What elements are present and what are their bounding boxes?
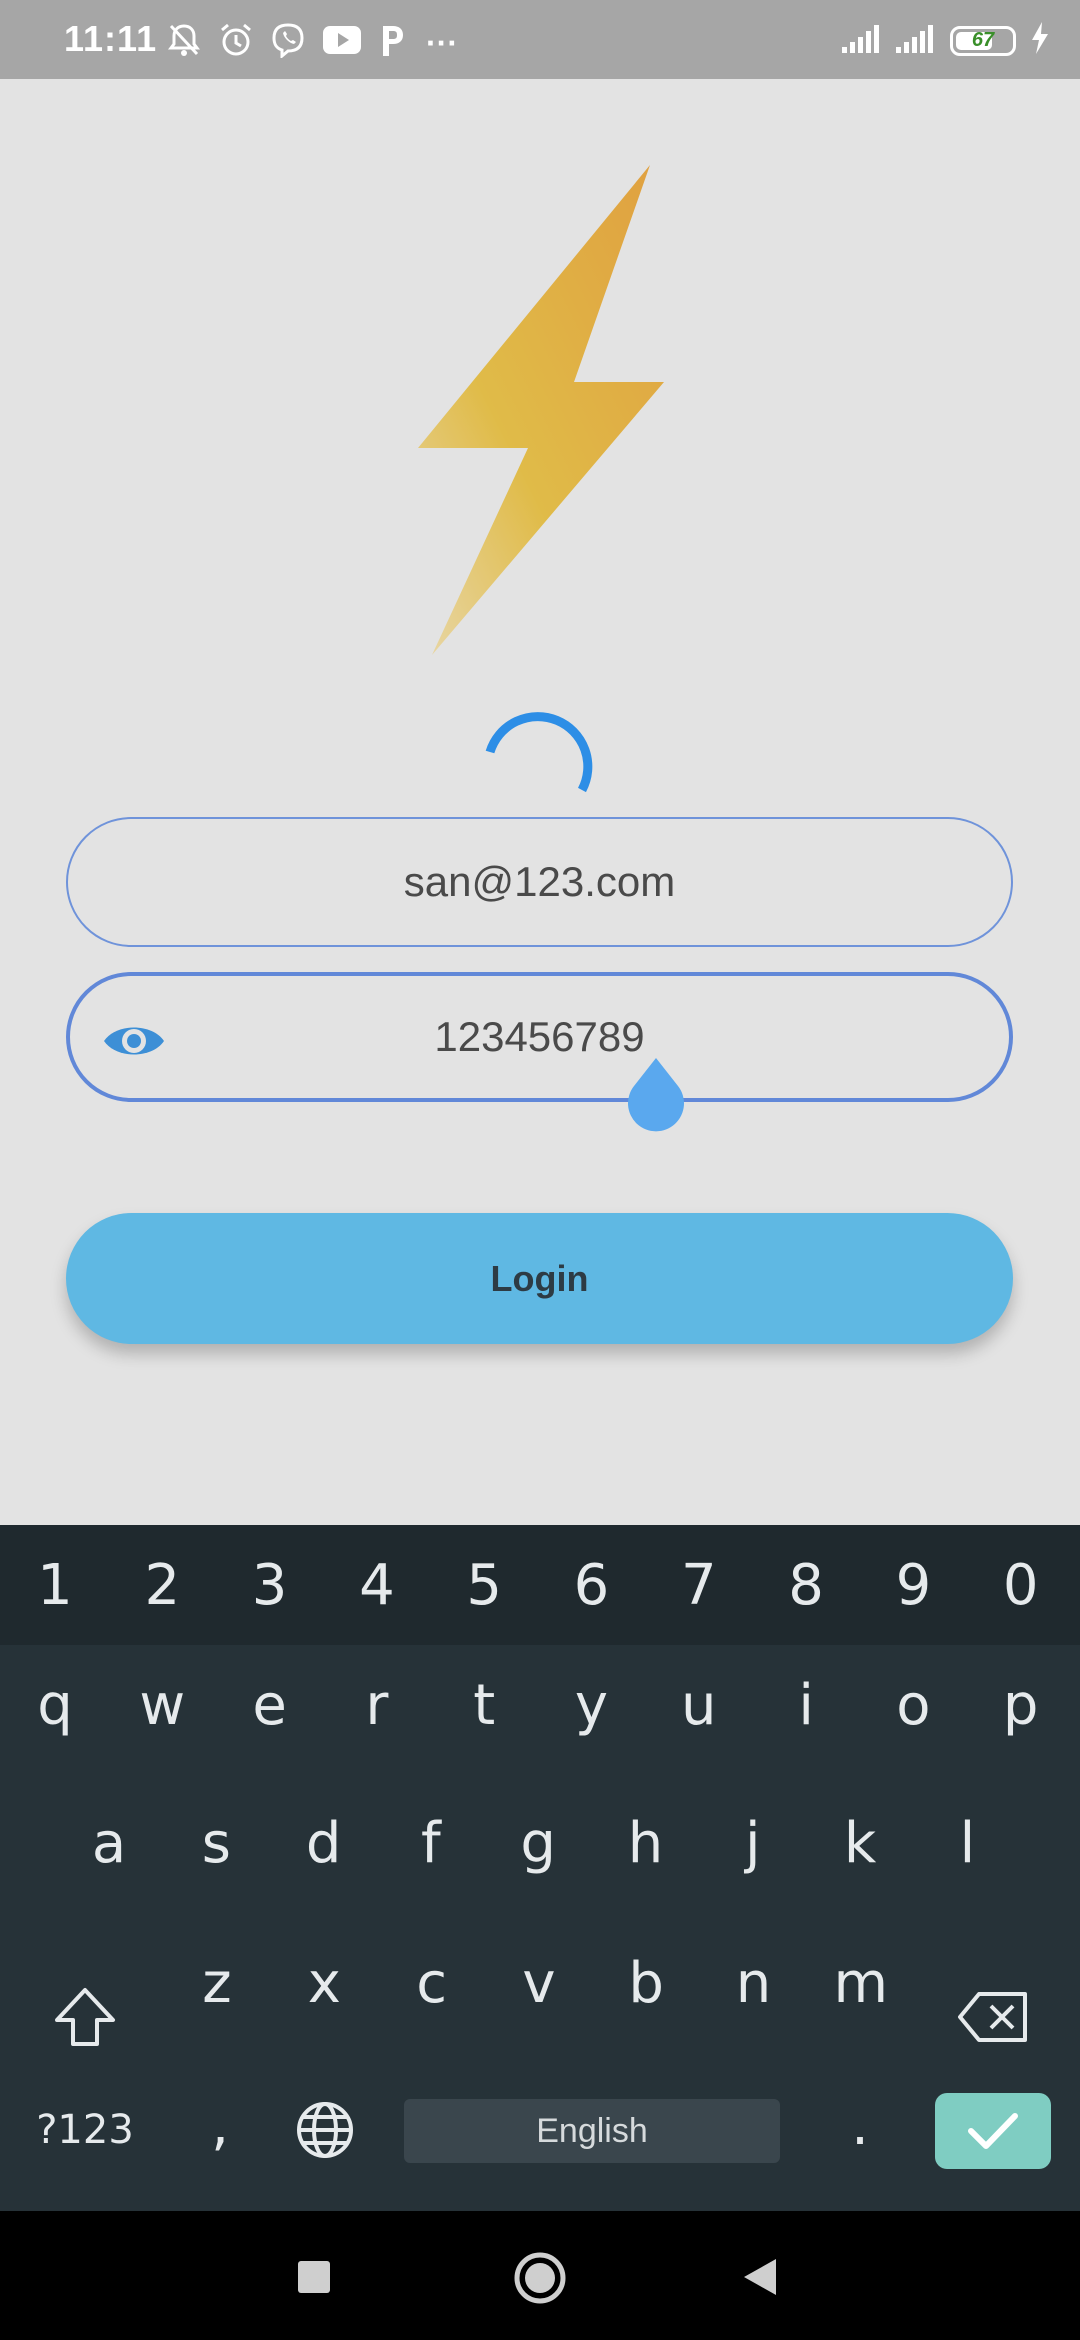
letter-key-x[interactable]: x <box>272 1923 376 2043</box>
letter-key-q[interactable]: q <box>3 1645 107 1765</box>
number-key-2[interactable]: 2 <box>110 1525 214 1645</box>
checkmark-icon <box>968 2113 1018 2149</box>
login-button[interactable]: Login <box>66 1213 1013 1344</box>
letter-key-z[interactable]: z <box>165 1923 269 2043</box>
number-key-6[interactable]: 6 <box>540 1525 644 1645</box>
number-key-4[interactable]: 4 <box>325 1525 429 1645</box>
symbols-key[interactable]: ?123 <box>30 2095 140 2165</box>
number-key-7[interactable]: 7 <box>647 1525 751 1645</box>
backspace-icon <box>958 1992 1027 2042</box>
language-key[interactable] <box>290 2095 360 2165</box>
more-notifications-icon: ··· <box>426 24 458 61</box>
signal-icon-sim1 <box>842 23 882 58</box>
letter-key-k[interactable]: k <box>808 1783 912 1903</box>
signal-icon-sim2 <box>896 23 936 58</box>
viber-icon <box>270 22 306 63</box>
letter-key-a[interactable]: a <box>57 1783 161 1903</box>
letter-key-s[interactable]: s <box>164 1783 268 1903</box>
lightning-bolt-logo <box>418 165 664 655</box>
shift-key[interactable] <box>45 1962 125 2072</box>
mute-icon <box>166 22 202 63</box>
text-cursor-handle[interactable] <box>626 1056 686 1132</box>
letter-key-d[interactable]: d <box>272 1783 376 1903</box>
letter-key-o[interactable]: o <box>861 1645 965 1765</box>
letter-key-j[interactable]: j <box>701 1783 805 1903</box>
letter-key-t[interactable]: t <box>432 1645 536 1765</box>
letter-key-n[interactable]: n <box>702 1923 806 2043</box>
letter-key-i[interactable]: i <box>754 1645 858 1765</box>
comma-key[interactable]: , <box>190 2085 250 2165</box>
back-icon[interactable] <box>742 2257 778 2297</box>
enter-key[interactable] <box>935 2093 1051 2169</box>
letter-key-g[interactable]: g <box>486 1783 590 1903</box>
period-key[interactable]: . <box>830 2085 890 2165</box>
letter-key-f[interactable]: f <box>379 1783 483 1903</box>
battery-icon: 67 <box>950 25 1016 56</box>
password-value: 123456789 <box>434 1013 645 1060</box>
battery-percent: 67 <box>971 29 995 51</box>
number-key-3[interactable]: 3 <box>218 1525 322 1645</box>
youtube-icon <box>322 24 362 61</box>
letter-key-p[interactable]: p <box>969 1645 1073 1765</box>
letter-key-u[interactable]: u <box>647 1645 751 1765</box>
system-icons: 67 <box>842 22 1050 59</box>
home-icon[interactable] <box>513 2251 567 2305</box>
letter-key-v[interactable]: v <box>487 1923 591 2043</box>
email-field[interactable]: san@123.com <box>66 817 1013 947</box>
globe-icon <box>297 2102 353 2158</box>
number-key-1[interactable]: 1 <box>3 1525 107 1645</box>
alarm-icon <box>218 22 254 63</box>
notification-icons: ··· <box>166 22 458 63</box>
loading-spinner <box>485 712 593 793</box>
letter-key-c[interactable]: c <box>380 1923 484 2043</box>
shift-icon <box>55 1988 115 2046</box>
letter-key-r[interactable]: r <box>325 1645 429 1765</box>
password-field[interactable]: 123456789 <box>66 972 1013 1102</box>
letter-key-y[interactable]: y <box>540 1645 644 1765</box>
recents-icon[interactable] <box>298 2261 330 2293</box>
navigation-bar <box>0 2211 1080 2340</box>
status-bar: 11:11 ··· 67 <box>0 0 1080 79</box>
soft-keyboard: 1234567890 qwertyuiop asdfghjkl zxcvbnm ?12… <box>0 1525 1080 2211</box>
number-key-0[interactable]: 0 <box>969 1525 1073 1645</box>
letter-key-h[interactable]: h <box>594 1783 698 1903</box>
number-key-8[interactable]: 8 <box>754 1525 858 1645</box>
backspace-key[interactable] <box>953 1962 1033 2072</box>
p-app-icon <box>378 22 406 63</box>
letter-key-m[interactable]: m <box>809 1923 913 2043</box>
status-time: 11:11 <box>64 18 158 59</box>
space-bar[interactable]: English <box>404 2099 780 2163</box>
letter-key-e[interactable]: e <box>218 1645 322 1765</box>
letter-key-l[interactable]: l <box>915 1783 1019 1903</box>
charging-icon <box>1030 22 1050 59</box>
email-value: san@123.com <box>403 858 676 905</box>
letter-key-w[interactable]: w <box>110 1645 214 1765</box>
number-key-9[interactable]: 9 <box>861 1525 965 1645</box>
number-key-5[interactable]: 5 <box>432 1525 536 1645</box>
letter-key-b[interactable]: b <box>594 1923 698 2043</box>
